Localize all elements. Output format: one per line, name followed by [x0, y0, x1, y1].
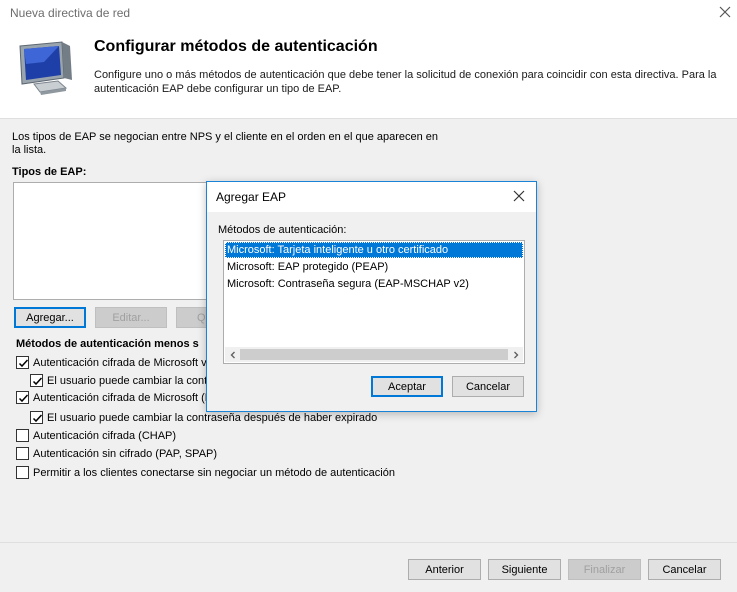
horizontal-scrollbar[interactable]	[225, 347, 523, 362]
checkbox-box[interactable]	[16, 429, 29, 442]
methods-list[interactable]: Microsoft: Tarjeta inteligente u otro ce…	[223, 240, 525, 364]
edit-button: Editar...	[95, 307, 167, 328]
mschap-v2-checkbox[interactable]: Autenticación cifrada de Microsoft ve	[16, 356, 213, 369]
dialog-title: Agregar EAP	[216, 190, 287, 204]
close-icon[interactable]	[716, 3, 734, 21]
checkbox-box[interactable]	[30, 374, 43, 387]
checkbox-box[interactable]	[30, 411, 43, 424]
checkbox-box[interactable]	[16, 391, 29, 404]
checkbox-box[interactable]	[16, 466, 29, 479]
finish-button: Finalizar	[568, 559, 641, 580]
list-item[interactable]: Microsoft: Tarjeta inteligente u otro ce…	[225, 242, 523, 258]
pap-checkbox[interactable]: Autenticación sin cifrado (PAP, SPAP)	[16, 447, 217, 460]
chevron-left-icon[interactable]	[225, 347, 240, 362]
scrollbar-thumb[interactable]	[240, 349, 508, 360]
checkbox-box[interactable]	[16, 447, 29, 460]
checkbox-label: Autenticación cifrada de Microsoft ve	[33, 356, 213, 369]
window-title: Nueva directiva de red	[10, 6, 131, 20]
checkmark-icon	[32, 414, 43, 423]
checkbox-label: Autenticación cifrada de Microsoft (M	[33, 391, 214, 404]
methods-label: Métodos de autenticación:	[218, 224, 347, 236]
add-eap-dialog: Agregar EAP Métodos de autenticación: Mi…	[206, 181, 537, 412]
eap-intro-text: Los tipos de EAP se negocian entre NPS y…	[12, 131, 439, 156]
list-item[interactable]: Microsoft: EAP protegido (PEAP)	[225, 259, 523, 275]
checkbox-label: El usuario puede cambiar la contras	[47, 374, 223, 387]
mschap-change-password-checkbox[interactable]: El usuario puede cambiar la contraseña d…	[30, 411, 377, 424]
back-button[interactable]: Anterior	[408, 559, 481, 580]
checkbox-label: El usuario puede cambiar la contraseña d…	[47, 411, 378, 424]
accept-button[interactable]: Aceptar	[371, 376, 443, 397]
less-secure-methods-label: Métodos de autenticación menos s	[16, 338, 199, 350]
mschap-checkbox[interactable]: Autenticación cifrada de Microsoft (M	[16, 391, 214, 404]
checkmark-icon	[18, 359, 29, 368]
checkbox-label: Autenticación cifrada (CHAP)	[33, 429, 177, 442]
page-description: Configure uno o más métodos de autentica…	[94, 69, 717, 95]
close-icon[interactable]	[511, 188, 527, 204]
dialog-cancel-button[interactable]: Cancelar	[452, 376, 524, 397]
page-title: Configurar métodos de autenticación	[94, 38, 378, 55]
cancel-button[interactable]: Cancelar	[648, 559, 721, 580]
checkbox-box[interactable]	[16, 356, 29, 369]
chevron-right-icon[interactable]	[508, 347, 523, 362]
eap-types-label: Tipos de EAP:	[12, 166, 87, 178]
unauthenticated-access-checkbox[interactable]: Permitir a los clientes conectarse sin n…	[16, 466, 395, 479]
checkbox-label: Autenticación sin cifrado (PAP, SPAP)	[33, 447, 218, 460]
monitor-icon	[14, 40, 80, 96]
mschap-v2-change-password-checkbox[interactable]: El usuario puede cambiar la contras	[30, 374, 222, 387]
checkmark-icon	[32, 377, 43, 386]
next-button[interactable]: Siguiente	[488, 559, 561, 580]
dialog-body: Métodos de autenticación: Microsoft: Tar…	[207, 212, 536, 411]
remove-button: Qu	[176, 307, 208, 328]
chap-checkbox[interactable]: Autenticación cifrada (CHAP)	[16, 429, 176, 442]
add-button[interactable]: Agregar...	[14, 307, 86, 328]
checkmark-icon	[18, 394, 29, 403]
eap-types-list[interactable]	[13, 182, 223, 300]
checkbox-label: Permitir a los clientes conectarse sin n…	[33, 466, 395, 479]
list-item[interactable]: Microsoft: Contraseña segura (EAP-MSCHAP…	[225, 276, 523, 292]
